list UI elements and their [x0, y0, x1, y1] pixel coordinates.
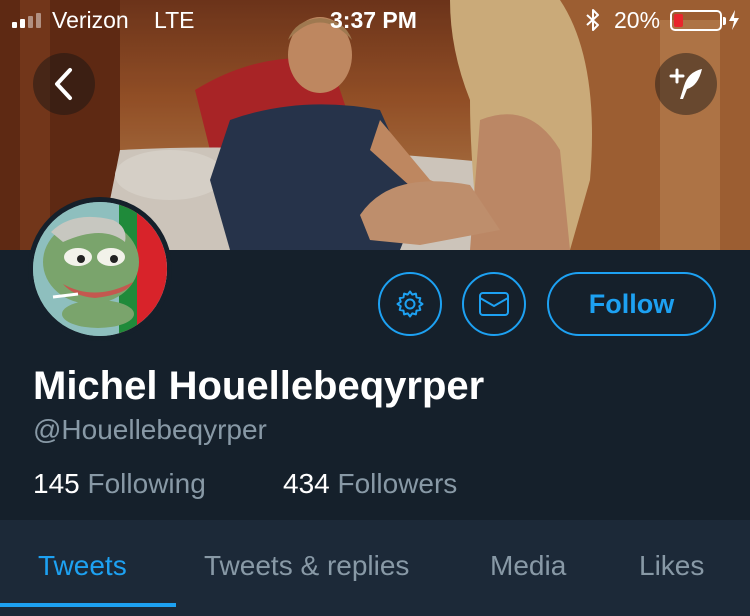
battery-percent: 20%: [614, 7, 661, 33]
tab-likes[interactable]: Likes: [639, 550, 704, 582]
following-stat[interactable]: 145 Following: [33, 468, 206, 500]
signal-icon: [12, 12, 41, 28]
network-type: LTE: [154, 7, 195, 33]
followers-stat[interactable]: 434 Followers: [283, 468, 457, 500]
battery-icon: [670, 10, 726, 31]
profile-tab-bar: Tweets Tweets & replies Media Likes: [0, 520, 750, 616]
envelope-icon: [479, 292, 509, 316]
settings-button[interactable]: [378, 272, 442, 336]
battery-level-fill: [674, 14, 683, 27]
avatar-image: [33, 202, 167, 336]
display-name: Michel Houellebeqyrper: [33, 364, 485, 408]
status-bar: Verizon LTE 3:37 PM 20%: [0, 0, 750, 40]
carrier-name: Verizon: [52, 7, 129, 33]
back-button[interactable]: [33, 53, 95, 115]
tab-tweets[interactable]: Tweets: [38, 550, 127, 582]
chevron-left-icon: [55, 68, 72, 100]
bluetooth-icon: [586, 9, 599, 31]
following-count: 145: [33, 468, 80, 499]
active-tab-indicator: [0, 603, 176, 607]
charging-icon: [729, 10, 739, 30]
tab-tweets-and-replies[interactable]: Tweets & replies: [204, 550, 409, 582]
followers-count: 434: [283, 468, 330, 499]
gear-icon: [396, 290, 424, 318]
follow-button[interactable]: Follow: [547, 272, 716, 336]
followers-label: Followers: [337, 468, 458, 499]
direct-message-button[interactable]: [462, 272, 526, 336]
compose-tweet-icon: [669, 68, 702, 99]
tab-media[interactable]: Media: [490, 550, 566, 582]
avatar[interactable]: [28, 197, 172, 341]
status-time: 3:37 PM: [330, 7, 417, 33]
following-label: Following: [87, 468, 206, 499]
user-handle: @Houellebeqyrper: [33, 414, 267, 445]
compose-tweet-button[interactable]: [655, 53, 717, 115]
